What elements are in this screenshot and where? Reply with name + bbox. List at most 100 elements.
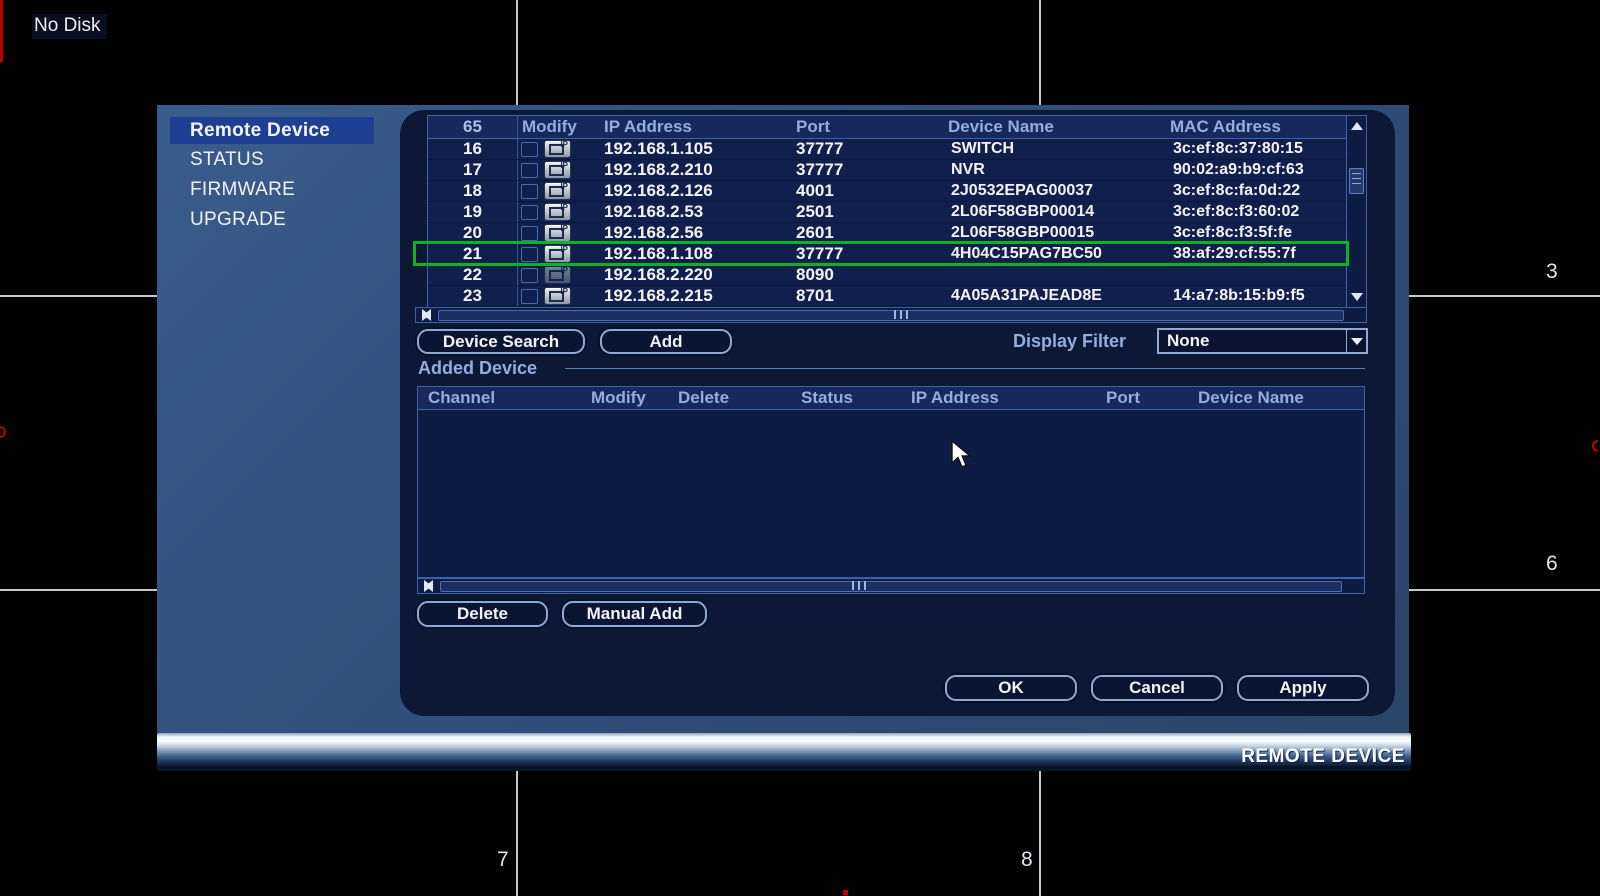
port-cell: 37777 xyxy=(786,160,938,180)
dialog-title-bar: REMOTE DEVICE xyxy=(157,733,1411,766)
row-number: 18 xyxy=(428,181,518,201)
modify-ip-icon[interactable]: IP xyxy=(544,182,571,200)
port-cell: 2601 xyxy=(786,223,938,243)
dropdown-arrow-button[interactable] xyxy=(1346,330,1366,352)
sidebar-item-remote-device[interactable]: Remote Device xyxy=(170,117,374,144)
scroll-down-button[interactable] xyxy=(1347,288,1366,306)
row-checkbox[interactable] xyxy=(521,163,538,178)
row-checkbox[interactable] xyxy=(521,142,538,157)
mac-address-cell: 90:02:a9:b9:cf:63 xyxy=(1160,160,1346,180)
mac-address-cell: 3c:ef:8c:37:80:15 xyxy=(1160,139,1346,159)
scroll-up-button[interactable] xyxy=(1347,117,1366,135)
port-cell: 37777 xyxy=(786,139,938,159)
modify-cell: IP xyxy=(518,265,594,285)
column-header: Modify xyxy=(518,116,594,138)
added-device-table: ChannelModifyDeleteStatusIP AddressPortD… xyxy=(417,386,1365,578)
channel-number-8: 8 xyxy=(1021,848,1033,872)
row-checkbox[interactable] xyxy=(521,184,538,199)
dialog-title: REMOTE DEVICE xyxy=(1241,746,1411,768)
ip-icon-label: IP xyxy=(560,162,568,170)
row-checkbox[interactable] xyxy=(521,205,538,220)
modify-ip-icon[interactable]: IP xyxy=(544,245,571,263)
device-search-table-body: 16IP192.168.1.10537777SWITCH3c:ef:8c:37:… xyxy=(428,139,1346,307)
sidebar-item-status[interactable]: STATUS xyxy=(170,146,374,173)
scrollbar-thumb[interactable] xyxy=(440,581,1342,592)
column-header: Modify xyxy=(581,387,668,409)
device-name-cell: SWITCH xyxy=(938,139,1160,159)
up-arrow-icon xyxy=(1351,122,1363,130)
horizontal-scrollbar[interactable] xyxy=(417,578,1365,594)
mac-address-cell xyxy=(1160,265,1346,285)
apply-button[interactable]: Apply xyxy=(1237,675,1369,701)
modify-ip-icon[interactable]: IP xyxy=(544,224,571,242)
column-header: Device Name xyxy=(938,116,1160,138)
table-row[interactable]: 18IP192.168.2.12640012J0532EPAG000373c:e… xyxy=(428,181,1346,202)
modify-cell: IP xyxy=(518,244,594,264)
modify-ip-icon[interactable]: IP xyxy=(544,161,571,179)
mac-address-cell: 38:af:29:cf:55:7f xyxy=(1160,244,1346,264)
vertical-scrollbar[interactable] xyxy=(1346,116,1366,307)
modify-cell: IP xyxy=(518,139,594,159)
port-cell: 4001 xyxy=(786,181,938,201)
add-button[interactable]: Add xyxy=(600,329,732,354)
display-filter-dropdown[interactable]: None xyxy=(1157,328,1368,354)
ip-icon-label: IP xyxy=(560,225,568,233)
channel-number-6: 6 xyxy=(1546,552,1558,576)
row-number: 17 xyxy=(428,160,518,180)
video-artifact xyxy=(843,890,848,895)
row-checkbox[interactable] xyxy=(521,289,538,304)
row-number: 19 xyxy=(428,202,518,222)
scroll-right-button[interactable] xyxy=(418,577,437,595)
modify-cell: IP xyxy=(518,160,594,180)
column-header: Status xyxy=(791,387,901,409)
ip-icon-label: IP xyxy=(560,204,568,212)
column-header: Port xyxy=(1096,387,1188,409)
ip-address-cell: 192.168.2.53 xyxy=(594,202,786,222)
sidebar-item-firmware[interactable]: FIRMWARE xyxy=(170,176,374,203)
scroll-right-button[interactable] xyxy=(416,306,435,324)
modify-ip-icon[interactable]: IP xyxy=(544,140,571,158)
mouse-cursor xyxy=(950,440,976,470)
remote-device-dialog: Remote Device STATUS FIRMWARE UPGRADE 65… xyxy=(157,105,1409,733)
cancel-button[interactable]: Cancel xyxy=(1091,675,1223,701)
scrollbar-thumb[interactable] xyxy=(438,310,1344,321)
right-arrow-icon xyxy=(424,580,432,592)
table-row[interactable]: 23IP192.168.2.21587014A05A31PAJEAD8E14:a… xyxy=(428,286,1346,307)
port-cell: 8090 xyxy=(786,265,938,285)
modify-ip-icon[interactable]: IP xyxy=(544,203,571,221)
device-search-table: 65ModifyIP AddressPortDevice NameMAC Add… xyxy=(427,115,1367,308)
delete-button[interactable]: Delete xyxy=(417,601,548,627)
table-row[interactable]: 21IP192.168.1.108377774H04C15PAG7BC5038:… xyxy=(428,244,1346,265)
device-name-cell: NVR xyxy=(938,160,1160,180)
table-row[interactable]: 19IP192.168.2.5325012L06F58GBP000143c:ef… xyxy=(428,202,1346,223)
channel-number-3: 3 xyxy=(1546,260,1558,284)
ip-address-cell: 192.168.2.210 xyxy=(594,160,786,180)
column-header: Device Name xyxy=(1188,387,1364,409)
column-header: Channel xyxy=(418,387,581,409)
row-checkbox[interactable] xyxy=(521,247,538,262)
mac-address-cell: 3c:ef:8c:f3:60:02 xyxy=(1160,202,1346,222)
video-artifact xyxy=(0,0,3,62)
column-header: Delete xyxy=(668,387,791,409)
ip-icon-label: IP xyxy=(560,246,568,254)
table-row[interactable]: 16IP192.168.1.10537777SWITCH3c:ef:8c:37:… xyxy=(428,139,1346,160)
port-cell: 2501 xyxy=(786,202,938,222)
ok-button[interactable]: OK xyxy=(945,675,1077,701)
down-arrow-icon xyxy=(1351,293,1363,301)
sidebar-item-upgrade[interactable]: UPGRADE xyxy=(170,206,374,233)
row-checkbox[interactable] xyxy=(521,226,538,241)
device-search-button[interactable]: Device Search xyxy=(417,329,585,354)
row-checkbox[interactable] xyxy=(521,268,538,283)
ip-icon-label: IP xyxy=(560,288,568,296)
modify-ip-icon[interactable]: IP xyxy=(544,287,571,305)
table-row[interactable]: 17 IP 192.168.2.21037777NVR90:02:a9:b9:cf:… xyxy=(428,160,1346,181)
scrollbar-thumb[interactable] xyxy=(1349,168,1364,194)
added-device-table-header: ChannelModifyDeleteStatusIP AddressPortD… xyxy=(418,387,1364,410)
ip-address-cell: 192.168.2.56 xyxy=(594,223,786,243)
table-row[interactable]: 20IP192.168.2.5626012L06F58GBP000153c:ef… xyxy=(428,223,1346,244)
horizontal-scrollbar[interactable] xyxy=(415,307,1367,323)
modify-cell: IP xyxy=(518,286,594,306)
manual-add-button[interactable]: Manual Add xyxy=(562,601,707,627)
table-row[interactable]: 22IP192.168.2.2208090 xyxy=(428,265,1346,286)
modify-ip-icon[interactable]: IP xyxy=(544,266,571,284)
